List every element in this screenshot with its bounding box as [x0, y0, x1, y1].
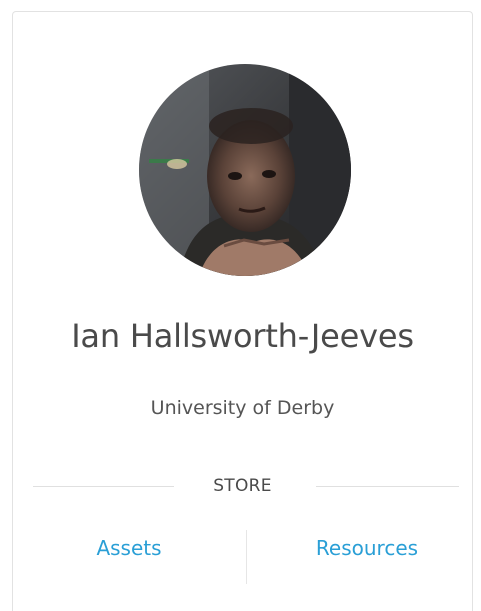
links-separator: [246, 530, 247, 584]
profile-organization: University of Derby: [150, 397, 335, 419]
resources-link[interactable]: Resources: [281, 533, 453, 563]
profile-avatar[interactable]: [139, 64, 351, 276]
assets-link[interactable]: Assets: [73, 533, 185, 563]
profile-card: Ian Hallsworth-Jeeves University of Derb…: [12, 11, 473, 611]
profile-photo-icon: [139, 64, 351, 276]
store-divider-right: [316, 486, 459, 487]
profile-name[interactable]: Ian Hallsworth-Jeeves: [13, 310, 472, 362]
